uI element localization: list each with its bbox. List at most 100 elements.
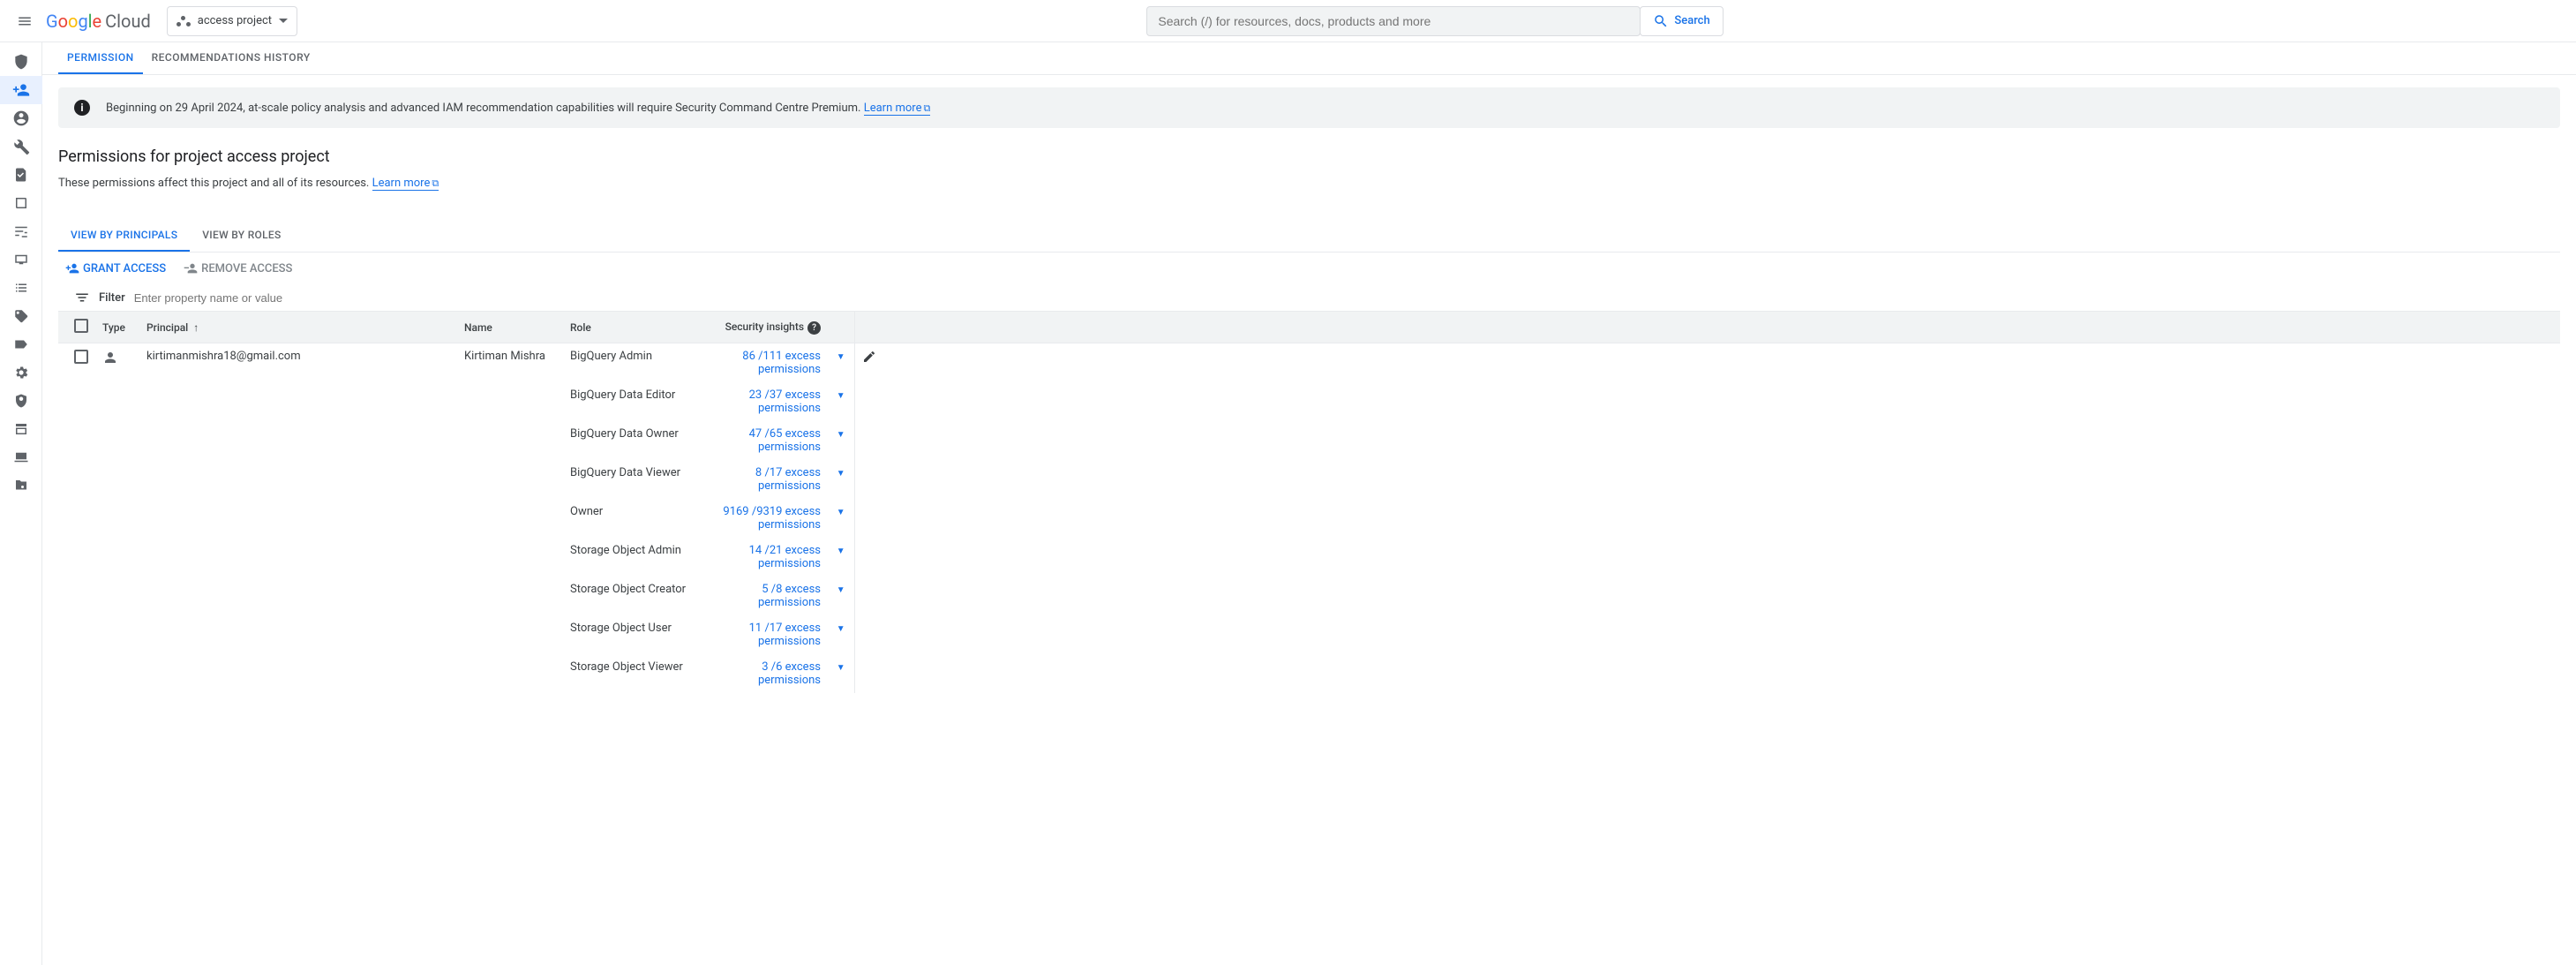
role-name: Storage Object Viewer bbox=[563, 654, 695, 693]
role-name: Storage Object Admin bbox=[563, 538, 695, 577]
role-dropdown-icon[interactable]: ▼ bbox=[837, 469, 845, 479]
row-checkbox[interactable] bbox=[74, 350, 88, 364]
tab-view-by-roles[interactable]: VIEW BY ROLES bbox=[190, 220, 293, 252]
top-header: GoogleCloud access project Search bbox=[0, 0, 2576, 42]
iam-person-plus-icon[interactable] bbox=[0, 76, 42, 104]
principals-table: Type Principal↑ Name Role Security insig… bbox=[58, 311, 2560, 693]
filter-input[interactable] bbox=[134, 291, 399, 305]
person-add-icon bbox=[65, 261, 79, 275]
filter-bar: Filter bbox=[58, 284, 2560, 311]
role-name: BigQuery Admin bbox=[563, 343, 695, 383]
security-insight-link[interactable]: 14 /21 excess permissions bbox=[749, 544, 821, 570]
col-name[interactable]: Name bbox=[457, 312, 563, 343]
principal-name: Kirtiman Mishra bbox=[457, 343, 563, 383]
security-insight-link[interactable]: 11 /17 excess permissions bbox=[749, 622, 821, 648]
grant-access-button[interactable]: GRANT ACCESS bbox=[65, 261, 166, 275]
book-icon[interactable] bbox=[0, 189, 42, 217]
sort-asc-icon: ↑ bbox=[193, 321, 199, 334]
action-bar: GRANT ACCESS REMOVE ACCESS bbox=[58, 253, 2560, 284]
role-name: BigQuery Data Editor bbox=[563, 382, 695, 421]
tab-permission[interactable]: PERMISSION bbox=[58, 42, 143, 74]
role-dropdown-icon[interactable]: ▼ bbox=[837, 663, 845, 673]
role-dropdown-icon[interactable]: ▼ bbox=[837, 624, 845, 634]
col-role[interactable]: Role bbox=[563, 312, 695, 343]
select-all-checkbox[interactable] bbox=[74, 319, 88, 333]
role-dropdown-icon[interactable]: ▼ bbox=[837, 430, 845, 440]
page-description: These permissions affect this project an… bbox=[58, 177, 2560, 190]
role-name: Storage Object User bbox=[563, 615, 695, 654]
wrench-icon[interactable] bbox=[0, 132, 42, 161]
tag-icon[interactable] bbox=[0, 302, 42, 330]
role-dropdown-icon[interactable]: ▼ bbox=[837, 508, 845, 517]
col-type[interactable]: Type bbox=[95, 312, 139, 343]
list-icon[interactable] bbox=[0, 274, 42, 302]
role-dropdown-icon[interactable]: ▼ bbox=[837, 391, 845, 401]
role-dropdown-icon[interactable]: ▼ bbox=[837, 352, 845, 362]
external-link-icon: ⧉ bbox=[923, 102, 930, 114]
external-link-icon: ⧉ bbox=[432, 177, 439, 189]
search-box[interactable] bbox=[1146, 6, 1641, 36]
tab-recommendations-history[interactable]: RECOMMENDATIONS HISTORY bbox=[143, 42, 319, 74]
project-dots-icon bbox=[176, 14, 191, 28]
gear-icon[interactable] bbox=[0, 358, 42, 387]
tab-view-by-principals[interactable]: VIEW BY PRINCIPALS bbox=[58, 220, 190, 252]
security-insight-link[interactable]: 8 /17 excess permissions bbox=[755, 466, 821, 493]
document-check-icon[interactable] bbox=[0, 161, 42, 189]
security-insight-link[interactable]: 9169 /9319 excess permissions bbox=[723, 505, 821, 532]
privacy-shield-icon[interactable] bbox=[0, 387, 42, 415]
security-insight-link[interactable]: 86 /111 excess permissions bbox=[742, 350, 821, 376]
project-name: access project bbox=[198, 14, 272, 27]
table-row: Storage Object User 11 /17 excess permis… bbox=[58, 615, 2560, 654]
filter-label: Filter bbox=[99, 291, 125, 305]
project-picker[interactable]: access project bbox=[167, 6, 297, 36]
banner-learn-more-link[interactable]: Learn more⧉ bbox=[864, 102, 931, 116]
remove-access-button[interactable]: REMOVE ACCESS bbox=[184, 261, 292, 275]
table-row: BigQuery Data Editor 23 /37 excess permi… bbox=[58, 382, 2560, 421]
hamburger-menu-icon[interactable] bbox=[4, 0, 46, 42]
table-row: Owner 9169 /9319 excess permissions ▼ bbox=[58, 499, 2560, 538]
principal-email: kirtimanmishra18@gmail.com bbox=[139, 343, 457, 383]
role-name: BigQuery Data Viewer bbox=[563, 460, 695, 499]
account-circle-icon[interactable] bbox=[0, 104, 42, 132]
help-icon[interactable]: ? bbox=[807, 321, 821, 335]
role-name: BigQuery Data Owner bbox=[563, 421, 695, 460]
search-icon bbox=[1653, 13, 1669, 29]
person-icon bbox=[102, 350, 132, 366]
security-insight-link[interactable]: 5 /8 excess permissions bbox=[758, 583, 821, 609]
desc-learn-more-link[interactable]: Learn more⧉ bbox=[372, 177, 439, 191]
info-banner: i Beginning on 29 April 2024, at-scale p… bbox=[58, 87, 2560, 128]
col-security-insights[interactable]: Security insights? bbox=[695, 312, 828, 343]
edit-pencil-icon[interactable] bbox=[862, 350, 883, 364]
banner-text: Beginning on 29 April 2024, at-scale pol… bbox=[106, 102, 930, 115]
main-area: PERMISSION RECOMMENDATIONS HISTORY i Beg… bbox=[42, 42, 2576, 693]
table-row: kirtimanmishra18@gmail.com Kirtiman Mish… bbox=[58, 343, 2560, 383]
table-row: BigQuery Data Viewer 8 /17 excess permis… bbox=[58, 460, 2560, 499]
form-icon[interactable] bbox=[0, 415, 42, 443]
role-dropdown-icon[interactable]: ▼ bbox=[837, 547, 845, 556]
info-icon: i bbox=[74, 100, 90, 116]
page-tabs: PERMISSION RECOMMENDATIONS HISTORY bbox=[42, 42, 2576, 75]
google-cloud-logo[interactable]: GoogleCloud bbox=[46, 11, 151, 32]
role-dropdown-icon[interactable]: ▼ bbox=[837, 585, 845, 595]
laptop-icon[interactable] bbox=[0, 443, 42, 471]
label-icon[interactable] bbox=[0, 330, 42, 358]
search-input[interactable] bbox=[1147, 14, 1640, 28]
left-rail bbox=[0, 42, 42, 965]
security-shield-icon[interactable] bbox=[0, 48, 42, 76]
security-insight-link[interactable]: 3 /6 excess permissions bbox=[758, 660, 821, 687]
security-insight-link[interactable]: 47 /65 excess permissions bbox=[749, 427, 821, 454]
page-title: Permissions for project access project bbox=[58, 147, 2560, 166]
filter-icon[interactable] bbox=[74, 290, 90, 305]
controls-icon[interactable] bbox=[0, 217, 42, 245]
folder-gear-icon[interactable] bbox=[0, 471, 42, 500]
role-name: Storage Object Creator bbox=[563, 577, 695, 615]
screen-icon[interactable] bbox=[0, 245, 42, 274]
table-row: BigQuery Data Owner 47 /65 excess permis… bbox=[58, 421, 2560, 460]
person-remove-icon bbox=[184, 261, 198, 275]
col-principal[interactable]: Principal↑ bbox=[139, 312, 457, 343]
table-row: Storage Object Creator 5 /8 excess permi… bbox=[58, 577, 2560, 615]
security-insight-link[interactable]: 23 /37 excess permissions bbox=[749, 388, 821, 415]
search-button[interactable]: Search bbox=[1640, 6, 1723, 36]
view-tabs: VIEW BY PRINCIPALS VIEW BY ROLES bbox=[58, 220, 2560, 253]
caret-down-icon bbox=[279, 19, 288, 23]
